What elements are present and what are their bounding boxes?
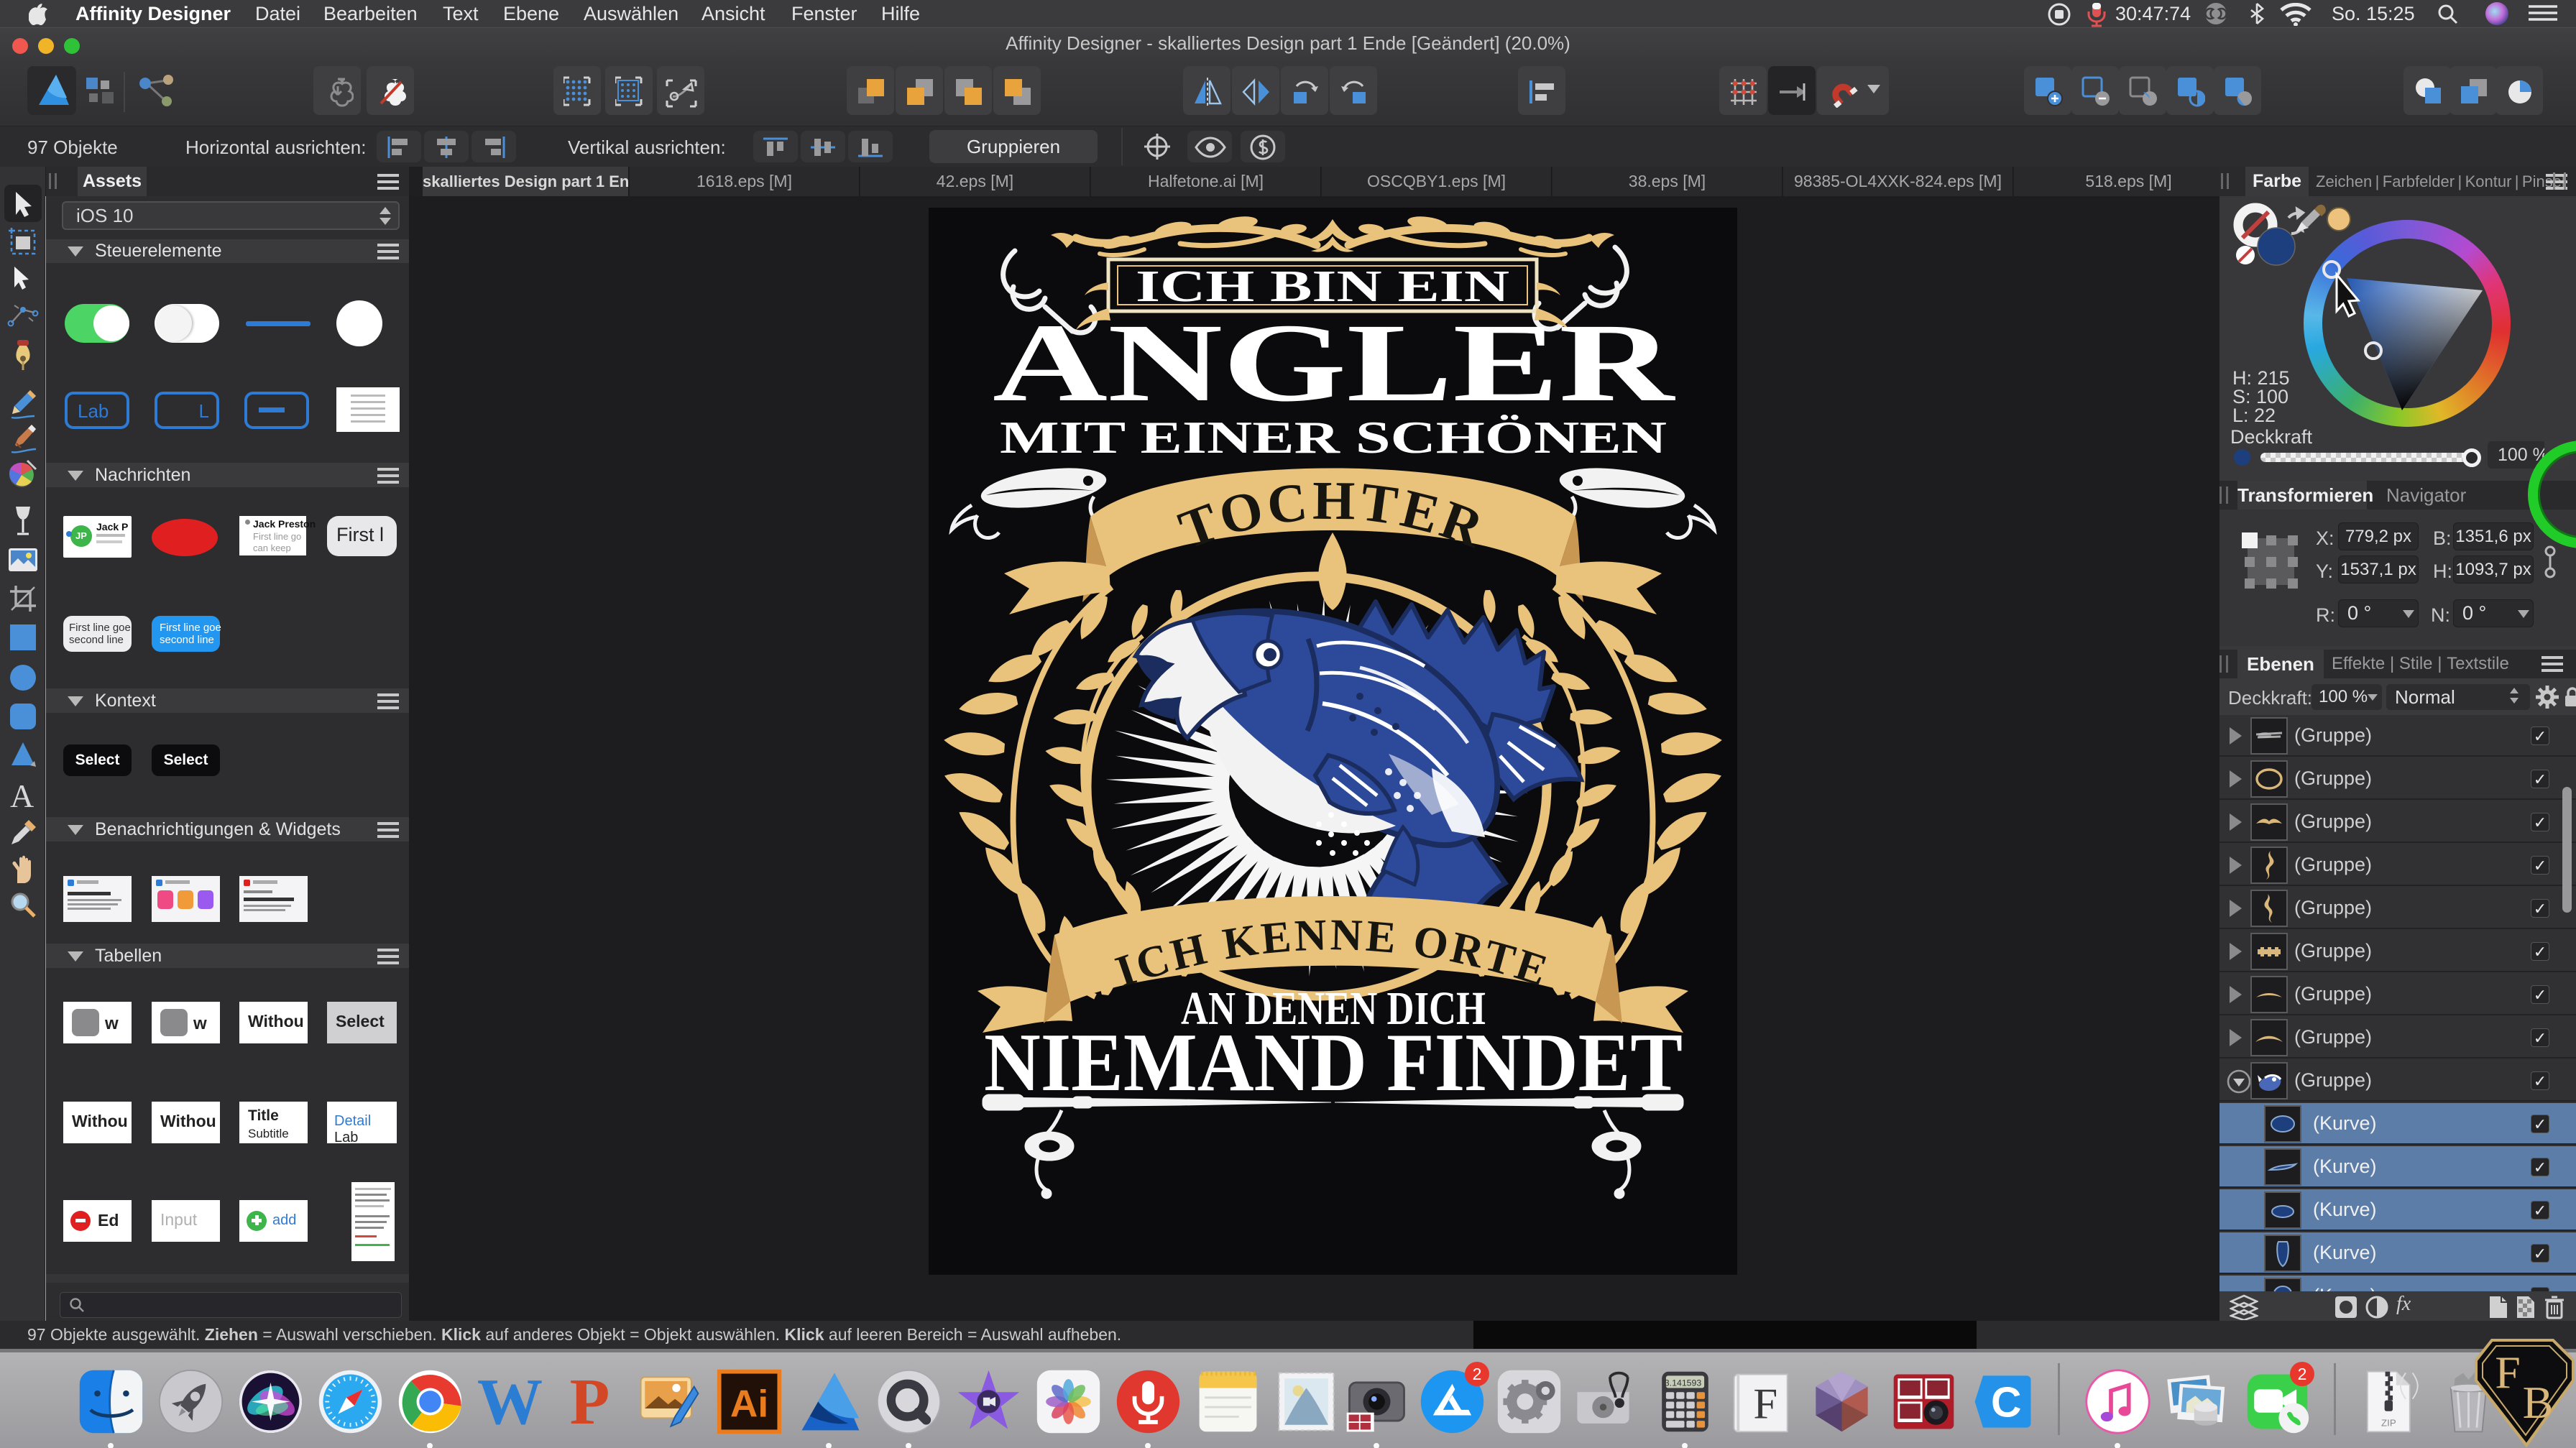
svg-text:W: W (477, 1368, 542, 1436)
svg-text:MIT EINER SCHÖNEN: MIT EINER SCHÖNEN (1000, 412, 1667, 463)
svg-text:F: F (1753, 1380, 1777, 1428)
svg-text:F: F (2495, 1347, 2521, 1398)
svg-text:B: B (2523, 1377, 2554, 1428)
svg-text:Ai: Ai (730, 1383, 768, 1425)
svg-text:C: C (1991, 1379, 2022, 1426)
svg-text:ANGLER: ANGLER (993, 300, 1676, 425)
svg-text:ZIP: ZIP (2381, 1417, 2396, 1428)
svg-text:P: P (569, 1368, 610, 1436)
svg-text:3.141593: 3.141593 (1664, 1378, 1701, 1388)
svg-text:NIEMAND FINDET: NIEMAND FINDET (984, 1017, 1683, 1109)
